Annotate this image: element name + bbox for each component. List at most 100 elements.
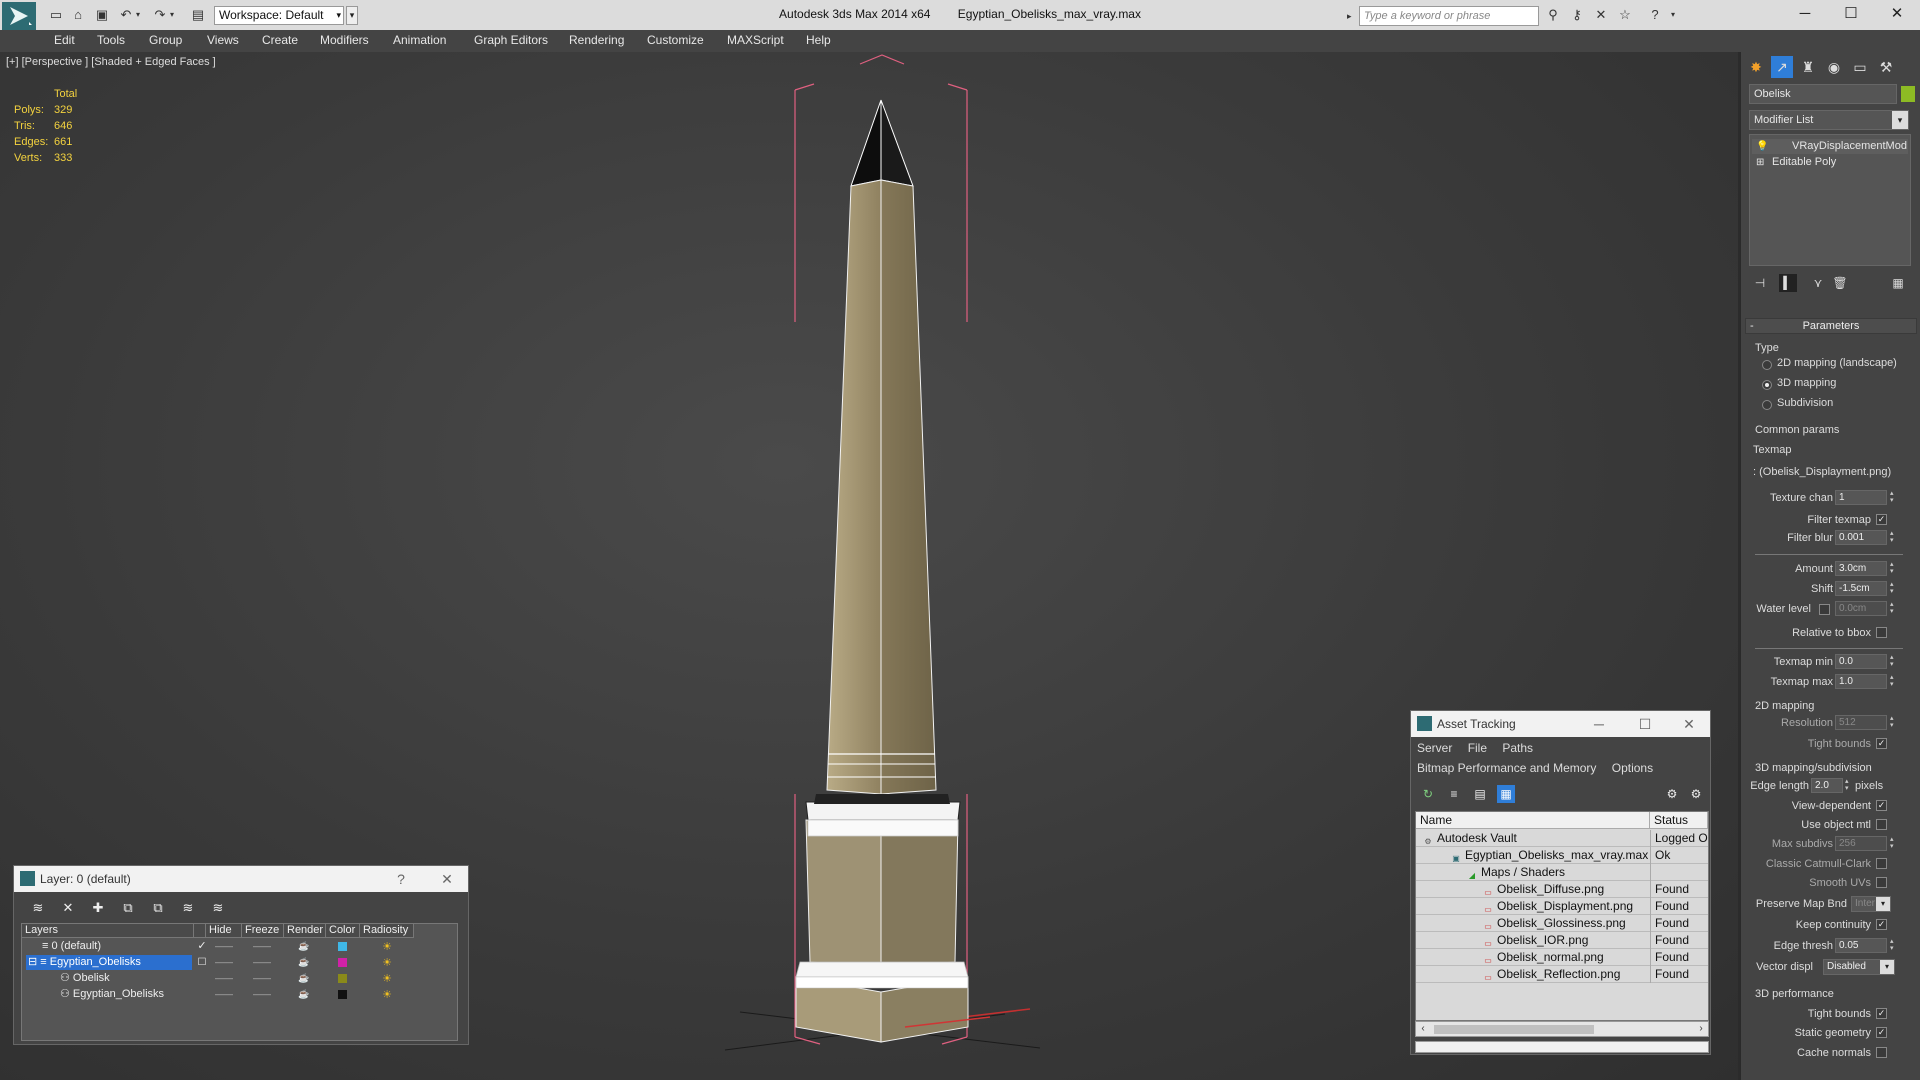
menu-animation[interactable]: Animation — [393, 33, 446, 47]
select-in-layer-icon[interactable]: ⧉ — [118, 898, 138, 918]
workspace-dropdown[interactable]: Workspace: Default ▾ — [214, 6, 344, 25]
spinner-arrows-icon[interactable]: ▴ ▾ — [1890, 530, 1898, 545]
texmap-button[interactable]: : (Obelisk_Displayment.png) — [1753, 466, 1913, 478]
layer-row[interactable]: ⚇ Obelisk —— —— ☕ ☀ — [22, 971, 457, 987]
motion-tab-icon[interactable]: ◉ — [1823, 56, 1845, 78]
spinner-arrows-icon[interactable]: ▴ ▾ — [1890, 938, 1898, 953]
smooth-uvs-checkbox[interactable] — [1876, 877, 1887, 888]
layer-col-header[interactable]: Radiosity — [360, 924, 414, 938]
layer-color-swatch[interactable] — [338, 942, 347, 951]
create-tab-icon[interactable]: ✸ — [1745, 56, 1767, 78]
filter-blur-spinner[interactable]: 0.001 — [1835, 530, 1887, 545]
spinner-arrows-icon[interactable]: ▴ ▾ — [1890, 836, 1898, 851]
refresh-icon[interactable]: ↻ — [1419, 785, 1437, 803]
display-tab-icon[interactable]: ▭ — [1849, 56, 1871, 78]
layer-row[interactable]: ≡ 0 (default) ✓ —— —— ☕ ☀ — [22, 939, 457, 955]
make-unique-icon[interactable]: ⋎ — [1809, 274, 1827, 292]
freeze-toggle[interactable]: —— — [250, 971, 274, 986]
layer-row[interactable]: ⚇ Egyptian_Obelisks —— —— ☕ ☀ — [22, 987, 457, 1003]
asset-row[interactable]: ▭ Obelisk_normal.png Found — [1416, 949, 1708, 966]
radio-2d-mapping-label[interactable]: 2D mapping (landscape) — [1777, 357, 1897, 369]
show-end-result-icon[interactable]: ▍ — [1779, 274, 1797, 292]
modifier-list-dropdown[interactable]: Modifier List ▾ — [1749, 110, 1909, 130]
help-icon[interactable]: ? — [386, 866, 416, 892]
tight-bounds-2d-checkbox[interactable]: ✓ — [1876, 738, 1887, 749]
menu-graph-editors[interactable]: Graph Editors — [474, 33, 548, 47]
radio-subdivision[interactable] — [1762, 400, 1772, 410]
asset-row[interactable]: ▭ Obelisk_Diffuse.png Found — [1416, 881, 1708, 898]
water-level-spinner[interactable]: 0.0cm — [1835, 601, 1887, 616]
binoculars-icon[interactable]: ⚲ — [1544, 7, 1562, 23]
project-folder-icon[interactable]: ▤ — [190, 7, 206, 23]
filter-texmap-checkbox[interactable]: ✓ — [1876, 514, 1887, 525]
asset-menu-server[interactable]: Server — [1417, 741, 1452, 755]
render-teapot-icon[interactable]: ☕ — [292, 939, 316, 954]
object-name-field[interactable]: Obelisk — [1749, 84, 1897, 104]
spinner-arrows-icon[interactable]: ▴ ▾ — [1845, 778, 1853, 793]
menu-tools[interactable]: Tools — [97, 33, 125, 47]
pin-stack-icon[interactable]: ⊣ — [1751, 274, 1769, 292]
asset-menu-paths[interactable]: Paths — [1502, 741, 1533, 755]
help-icon[interactable]: ? — [1646, 7, 1664, 23]
highlight-layer-icon[interactable]: ⧉ — [148, 898, 168, 918]
create-layer-icon[interactable]: ≋ — [28, 898, 48, 918]
asset-row[interactable]: ⚙Autodesk Vault Logged Ou — [1416, 830, 1708, 847]
menu-views[interactable]: Views — [207, 33, 239, 47]
spinner-arrows-icon[interactable]: ▴ ▾ — [1890, 674, 1898, 689]
relative-bbox-checkbox[interactable] — [1876, 627, 1887, 638]
object-color-swatch[interactable] — [1901, 86, 1915, 102]
spinner-arrows-icon[interactable]: ▴ ▾ — [1890, 561, 1898, 576]
layer-col-header[interactable]: Layers — [22, 924, 194, 938]
maximize-window-button[interactable]: ☐ — [1828, 0, 1874, 28]
subscription-key-icon[interactable]: ⚷ — [1568, 7, 1586, 23]
scrollbar-thumb[interactable] — [1434, 1025, 1594, 1034]
parameters-rollout-header[interactable]: - Parameters — [1745, 318, 1917, 334]
water-level-checkbox[interactable] — [1819, 604, 1830, 615]
vault-login-icon[interactable]: ⚙ — [1687, 785, 1705, 803]
menu-group[interactable]: Group — [149, 33, 182, 47]
asset-horizontal-scrollbar[interactable]: ‹ › — [1415, 1021, 1709, 1037]
asset-col-name[interactable]: Name — [1416, 812, 1650, 829]
help-dropdown-icon[interactable]: ▾ — [1664, 7, 1682, 23]
quick-access-customize-icon[interactable]: ▾ — [346, 6, 358, 25]
preserve-map-bnd-dropdown[interactable]: Inter ▾ — [1851, 896, 1891, 912]
freeze-toggle[interactable]: —— — [250, 987, 274, 1002]
stack-item-vray-displacement[interactable]: 💡 VRayDisplacementMod — [1752, 139, 1908, 154]
layer-col-header[interactable]: Color — [326, 924, 360, 938]
expand-plus-icon[interactable]: ⊞ — [1756, 155, 1764, 170]
utilities-tab-icon[interactable]: ⚒ — [1875, 56, 1897, 78]
perf-tight-bounds-checkbox[interactable]: ✓ — [1876, 1008, 1887, 1019]
layer-color-swatch[interactable] — [338, 990, 347, 999]
configure-modifier-sets-icon[interactable]: ▦ — [1889, 274, 1907, 292]
radio-3d-mapping[interactable] — [1762, 380, 1772, 390]
minimize-icon[interactable]: ─ — [1584, 711, 1614, 737]
modify-tab-icon[interactable]: ↗ — [1771, 56, 1793, 78]
freeze-toggle[interactable]: —— — [250, 955, 274, 970]
layer-dialog-titlebar[interactable]: Layer: 0 (default) ? ✕ — [14, 866, 468, 892]
remove-modifier-icon[interactable]: 🗑 — [1831, 274, 1849, 292]
hide-toggle[interactable]: —— — [212, 939, 236, 954]
edge-thresh-spinner[interactable]: 0.05 — [1835, 938, 1887, 953]
asset-menu-options[interactable]: Options — [1612, 761, 1653, 775]
detail-view-icon[interactable]: ▤ — [1471, 785, 1489, 803]
add-to-layer-icon[interactable]: ✚ — [88, 898, 108, 918]
asset-menu-file[interactable]: File — [1468, 741, 1487, 755]
radiosity-bulb-icon[interactable]: ☀ — [380, 972, 394, 985]
asset-dialog-titlebar[interactable]: Asset Tracking ─ ☐ ✕ — [1411, 711, 1710, 737]
undo-dropdown-icon[interactable]: ▾ — [130, 7, 146, 23]
layer-color-swatch[interactable] — [338, 958, 347, 967]
menu-help[interactable]: Help — [806, 33, 831, 47]
radio-2d-mapping[interactable] — [1762, 360, 1772, 370]
app-logo-icon[interactable] — [2, 2, 36, 30]
layer-col-header[interactable]: Freeze — [242, 924, 284, 938]
search-input[interactable]: Type a keyword or phrase — [1359, 6, 1539, 26]
keep-continuity-checkbox[interactable]: ✓ — [1876, 919, 1887, 930]
freeze-toggle[interactable]: —— — [250, 939, 274, 954]
layer-color-swatch[interactable] — [338, 974, 347, 983]
texmap-max-spinner[interactable]: 1.0 — [1835, 674, 1887, 689]
minimize-window-button[interactable]: ─ — [1782, 0, 1828, 28]
stack-item-editable-poly[interactable]: ⊞ Editable Poly — [1752, 155, 1908, 170]
open-file-icon[interactable]: ⌂ — [70, 7, 86, 23]
menu-rendering[interactable]: Rendering — [569, 33, 624, 47]
freeze-all-layers-icon[interactable]: ≋ — [208, 898, 228, 918]
